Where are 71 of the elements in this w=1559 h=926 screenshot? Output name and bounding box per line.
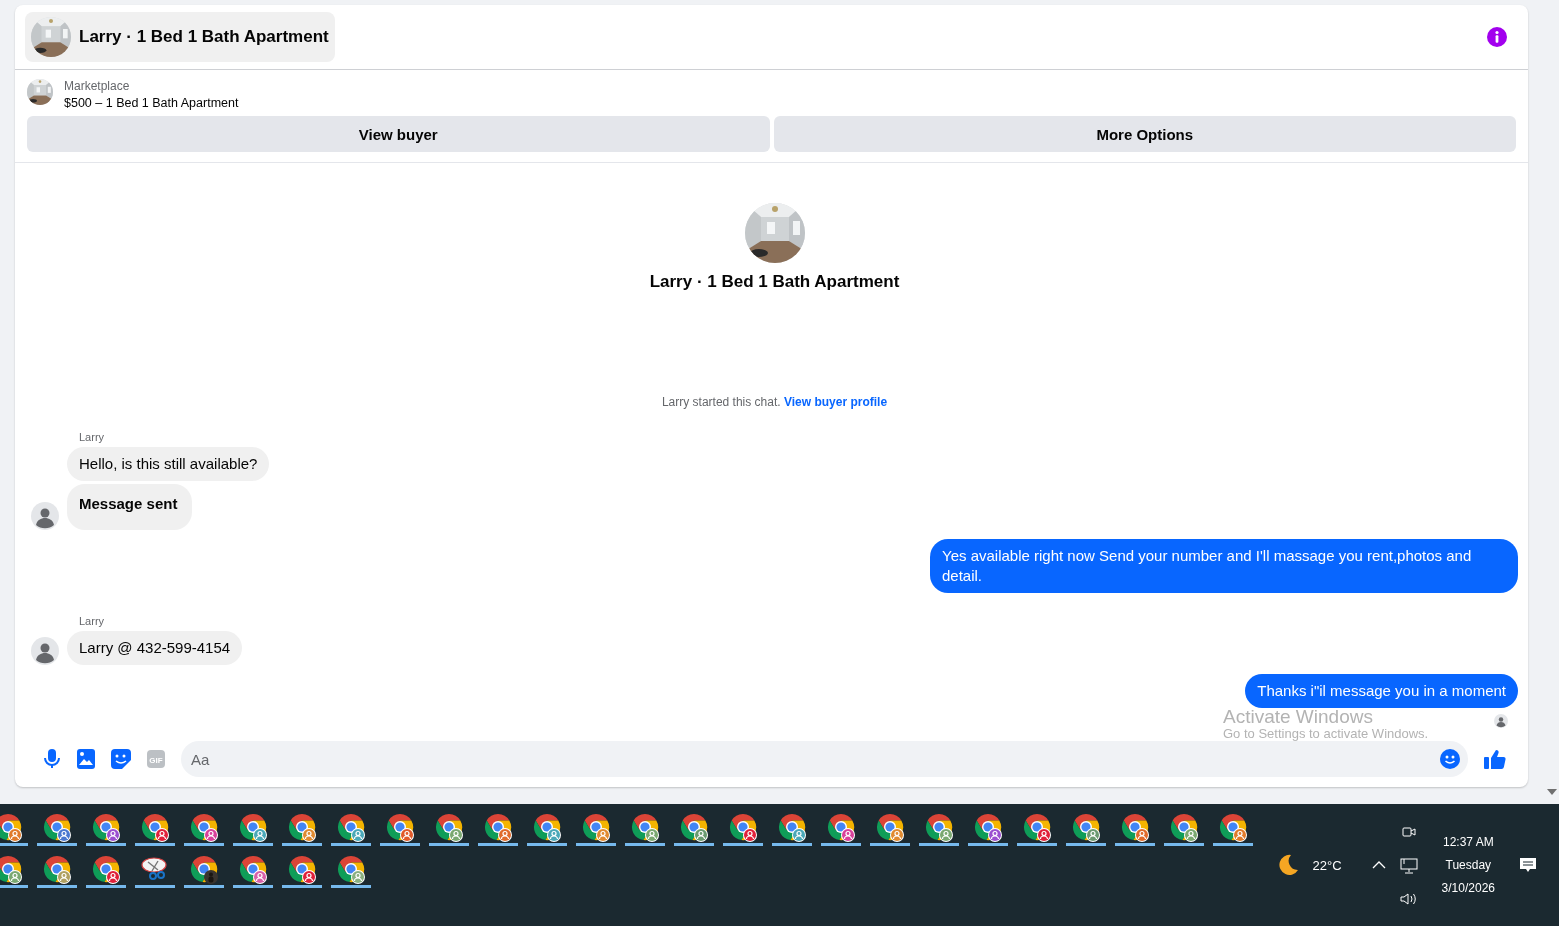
volume-icon[interactable] (1399, 892, 1418, 906)
chat-title: Larry · 1 Bed 1 Bath Apartment (649, 272, 900, 292)
browser-icon[interactable] (238, 853, 268, 884)
browser-icon[interactable] (483, 811, 513, 842)
browser-icon[interactable] (1218, 811, 1248, 842)
browser-icon[interactable] (0, 811, 23, 842)
listing-source: Marketplace (64, 79, 131, 93)
browser-icon[interactable] (189, 811, 219, 842)
browser-icon[interactable] (287, 811, 317, 842)
camera-icon[interactable] (1401, 824, 1416, 840)
sticker-icon[interactable] (111, 749, 131, 769)
status-bubble: Message sent (67, 484, 193, 530)
browser-icon[interactable] (1169, 811, 1199, 842)
browser-icon[interactable] (1120, 811, 1150, 842)
message-bubble: Thanks i"il message you in a moment (1245, 674, 1518, 708)
browser-icon[interactable] (973, 811, 1003, 842)
browser-icon[interactable] (385, 811, 415, 842)
browser-icon[interactable] (336, 853, 366, 884)
browser-icon[interactable] (140, 811, 170, 842)
message-bubble: Larry @ 432-599-4154 (67, 631, 243, 665)
browser-icon[interactable] (42, 853, 72, 884)
sender-name: Larry (79, 431, 105, 443)
browser-icon[interactable] (875, 811, 905, 842)
browser-icon[interactable] (630, 811, 660, 842)
conversation-title[interactable]: Larry · 1 Bed 1 Bath Apartment (25, 12, 335, 62)
network-icon[interactable] (1399, 858, 1418, 874)
user-avatar-icon (31, 502, 59, 530)
clock-time[interactable]: 12:37 AM (1442, 835, 1494, 849)
activation-title: Activate Windows (1223, 707, 1374, 726)
message-input[interactable]: Aa (181, 741, 1468, 777)
chat-start-notice: Larry started this chat. View buyer profile (661, 395, 888, 409)
user-avatar-icon (31, 637, 59, 665)
browser-icon[interactable] (679, 811, 709, 842)
browser-icon[interactable] (924, 811, 954, 842)
emoji-icon[interactable] (1440, 749, 1460, 769)
browser-icon[interactable] (581, 811, 611, 842)
moon-icon[interactable] (1276, 854, 1299, 876)
title-text: Larry · 1 Bed 1 Bath Apartment (79, 27, 329, 47)
action-button[interactable]: View buyer (27, 116, 770, 152)
like-icon[interactable] (1484, 749, 1506, 769)
browser-icon[interactable] (1022, 811, 1052, 842)
browser-icon[interactable] (0, 853, 23, 884)
browser-icon[interactable] (1071, 811, 1101, 842)
browser-icon[interactable] (434, 811, 464, 842)
browser-icon[interactable] (826, 811, 856, 842)
image-icon[interactable] (77, 749, 95, 769)
info-icon[interactable] (1486, 26, 1508, 48)
chevron-up-icon[interactable] (1371, 861, 1386, 869)
scroll-down-icon[interactable] (1547, 789, 1557, 795)
message-bubble: Hello, is this still available? (67, 447, 270, 481)
browser-icon[interactable] (287, 853, 317, 884)
activation-hint: Go to Settings to activate Windows. (1223, 726, 1429, 741)
clock-date[interactable]: 3/10/2026 (1441, 881, 1495, 895)
sender-name: Larry (79, 615, 105, 627)
browser-icon[interactable] (91, 853, 121, 884)
browser-icon[interactable] (336, 811, 366, 842)
browser-icon[interactable] (728, 811, 758, 842)
microphone-icon[interactable] (43, 749, 61, 769)
notification-icon[interactable] (1519, 857, 1537, 873)
browser-icon[interactable] (238, 811, 268, 842)
browser-icon[interactable] (42, 811, 72, 842)
browser-icon[interactable] (777, 811, 807, 842)
browser-icon[interactable] (91, 811, 121, 842)
listing-title: $500 – 1 Bed 1 Bath Apartment (64, 96, 239, 110)
temperature-text[interactable]: 22°C (1312, 857, 1342, 873)
action-button[interactable]: More Options (773, 116, 1516, 152)
browser-icon[interactable] (532, 811, 562, 842)
profile-link[interactable]: View buyer profile (783, 395, 888, 409)
clock-day[interactable]: Tuesday (1445, 858, 1492, 872)
message-bubble: Yes available right now Send your number and I'll massage you rent,photos and detail. (930, 539, 1518, 593)
browser-icon[interactable] (189, 853, 219, 884)
